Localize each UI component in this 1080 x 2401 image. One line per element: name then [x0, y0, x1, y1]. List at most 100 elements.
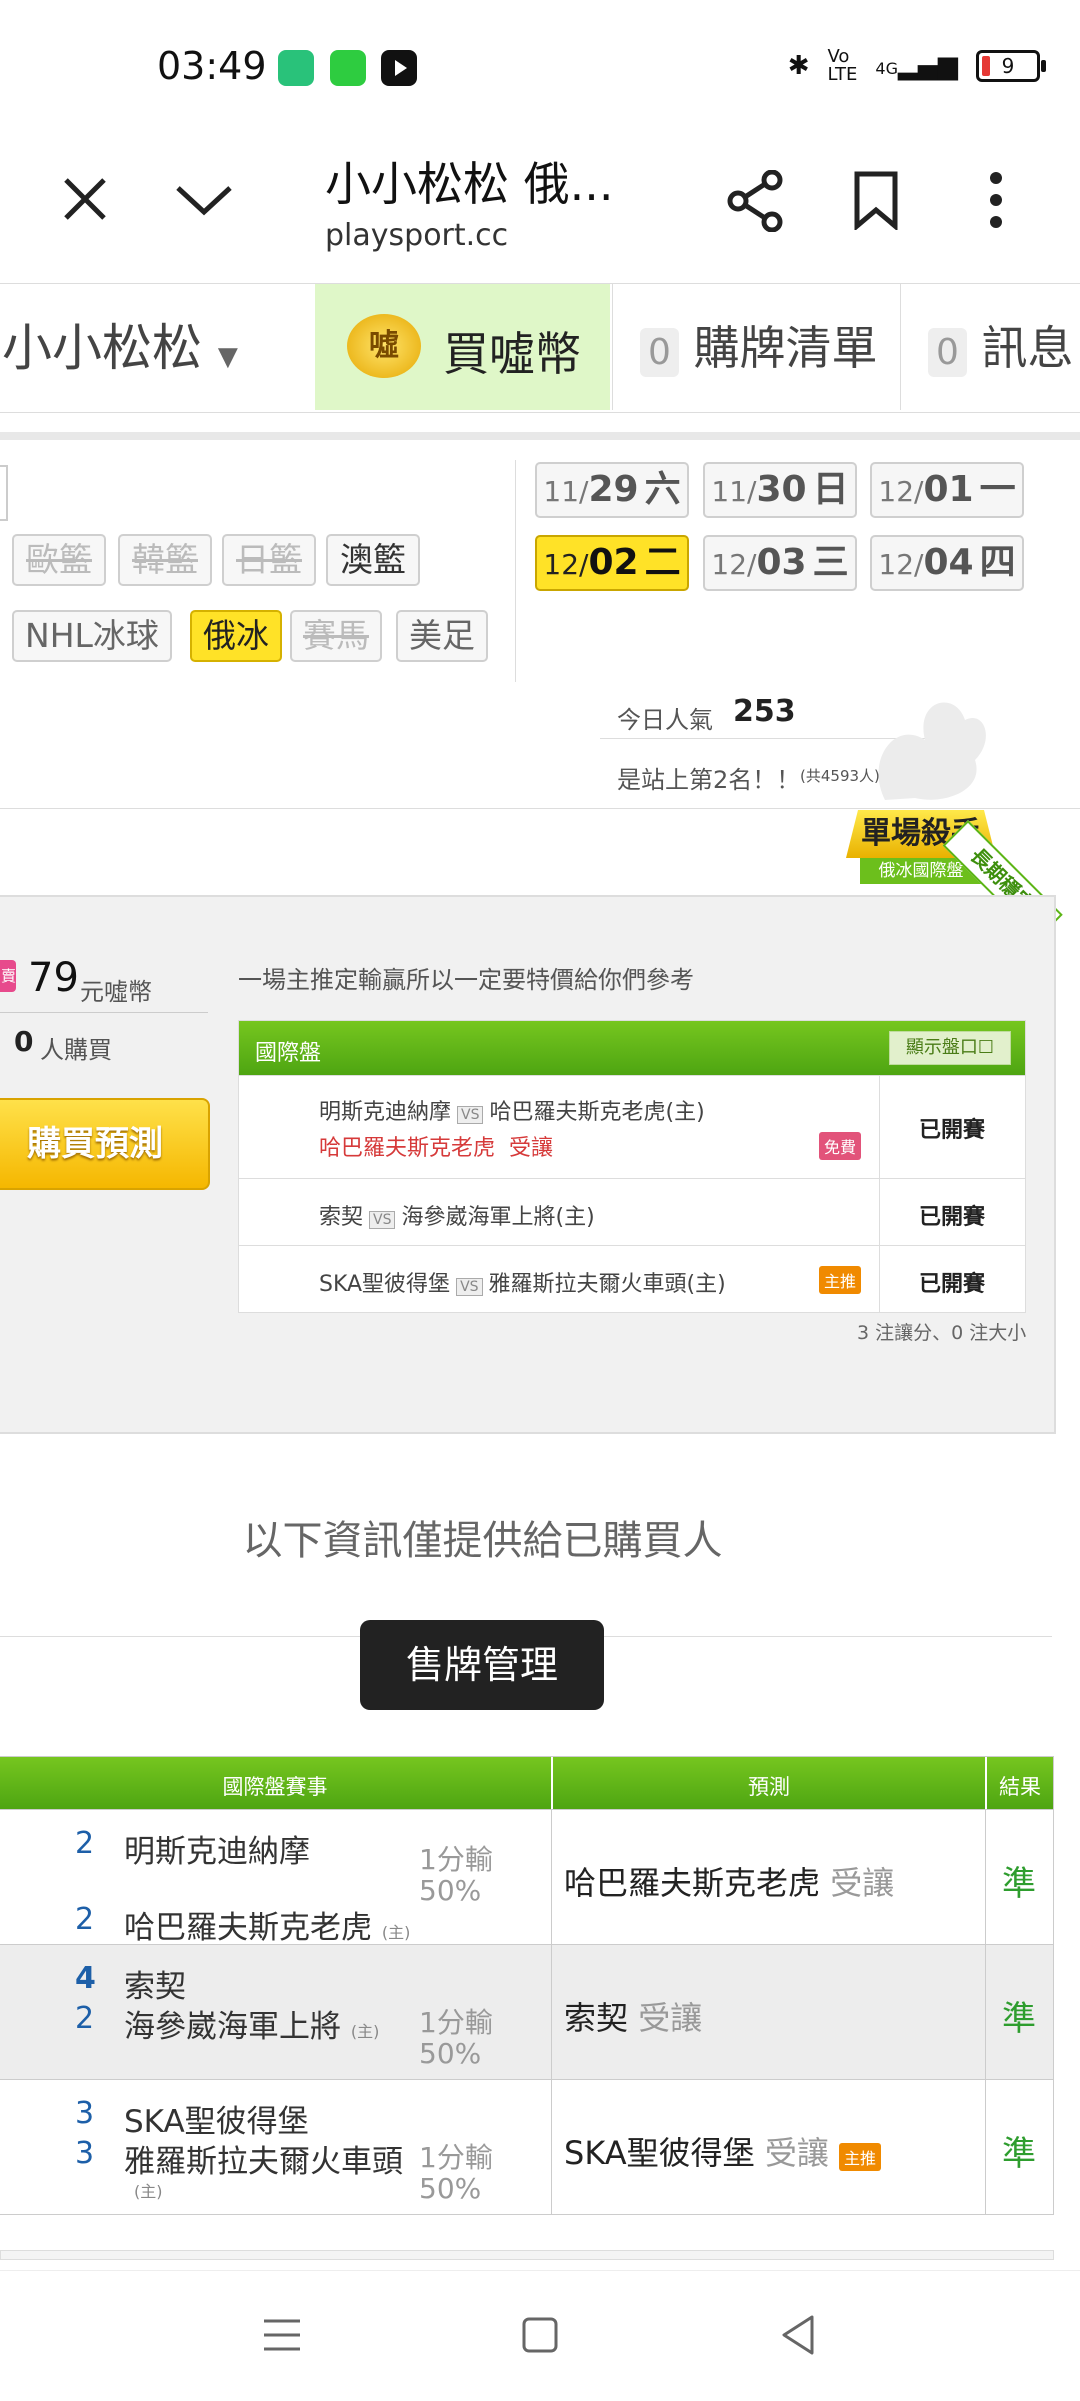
- sport-eu-basketball[interactable]: 歐籃: [12, 534, 106, 586]
- home-mark: (主): [134, 2182, 163, 2201]
- date-day: 30: [756, 469, 807, 510]
- pick-home-team: 哈巴羅夫斯克老虎(主): [489, 1100, 705, 1125]
- clock: 03:49: [157, 44, 267, 88]
- date-weekday: 日: [812, 469, 849, 510]
- messages-label: 訊息: [981, 321, 1074, 375]
- buy-coin-button[interactable]: 噓 買噓幣: [315, 284, 610, 410]
- prediction-team: 哈巴羅夫斯克老虎: [564, 1864, 821, 1902]
- home-icon[interactable]: [520, 2315, 560, 2355]
- page-url[interactable]: playsport.cc: [325, 218, 508, 253]
- menu-icon[interactable]: [262, 2315, 302, 2355]
- date-day: 29: [588, 469, 639, 510]
- mascot-logo: [878, 702, 986, 800]
- signal-icon: 4G▂▄▆: [875, 51, 958, 81]
- pick-away-team: 索契: [319, 1205, 364, 1230]
- score-away: 2: [75, 1826, 95, 1861]
- date-weekday: 二: [644, 542, 681, 583]
- sport-american-football[interactable]: 美足: [396, 610, 488, 662]
- date-button[interactable]: 12/01 一: [870, 462, 1024, 518]
- main-pick-tag: 主推: [819, 1266, 862, 1294]
- price-value: 79: [28, 955, 79, 1001]
- youtube-icon: [381, 50, 417, 86]
- sport-kr-basketball[interactable]: 韓籃: [118, 534, 212, 586]
- close-icon[interactable]: [62, 176, 108, 222]
- home-mark: (主): [381, 1923, 411, 1942]
- date-month: 11/: [711, 475, 757, 508]
- table-row: 4 索契 2 海參崴海軍上將 (主) 1分輸 50% 索契 受讓 準: [0, 1944, 1053, 2079]
- manage-sales-button[interactable]: 售牌管理: [360, 1620, 604, 1710]
- pick-summary: 3 注讓分、0 注大小: [857, 1322, 1027, 1344]
- sport-russian-hockey[interactable]: 俄冰: [190, 610, 282, 662]
- team-home: 雅羅斯拉夫爾火車頭: [124, 2144, 403, 2180]
- purchase-list-count: 0: [640, 328, 679, 377]
- user-name: 小小松松: [2, 319, 202, 377]
- team-home: 海參崴海軍上將: [124, 2009, 341, 2045]
- popularity-value: 253: [733, 694, 796, 729]
- date-button[interactable]: 12/04 四: [870, 535, 1024, 591]
- sport-au-basketball[interactable]: 澳籃: [326, 534, 420, 586]
- back-icon[interactable]: [778, 2313, 818, 2357]
- result-value: 準: [1002, 2134, 1036, 2174]
- odds-line: 1分輸: [419, 1843, 493, 1876]
- team-away: SKA聖彼得堡: [124, 2104, 309, 2140]
- buyers-only-notice: 以下資訊僅提供給已購買人: [242, 1518, 723, 1564]
- date-button[interactable]: 11/29 六: [535, 462, 689, 518]
- date-month: 11/: [543, 475, 589, 508]
- pick-type: 受讓: [509, 1136, 554, 1161]
- vs-icon: VS: [369, 1211, 396, 1229]
- buyers-count: 0: [14, 1025, 34, 1058]
- purchase-list-link[interactable]: 0 購牌清單: [640, 312, 878, 378]
- date-day: 03: [756, 542, 807, 583]
- show-odds-toggle[interactable]: 顯示盤口☐: [889, 1031, 1011, 1065]
- date-button[interactable]: 12/02 二: [535, 535, 689, 591]
- main-pick-tag: 主推: [839, 2143, 882, 2171]
- date-day: 04: [923, 542, 974, 583]
- battery-app-icon: [278, 50, 314, 86]
- messages-link[interactable]: 0 訊息: [928, 312, 1074, 378]
- bookmark-icon[interactable]: [853, 170, 899, 230]
- battery-icon: 9: [976, 50, 1046, 82]
- status-icons: ✱ Vo LTE 4G▂▄▆ 9: [788, 46, 1046, 85]
- score-home: 2: [75, 1902, 95, 1937]
- prediction-type: 受讓: [764, 2134, 829, 2172]
- date-weekday: 一: [979, 469, 1016, 510]
- score-home: 3: [75, 2136, 95, 2171]
- pick-row: 索契 VS 海參崴海軍上將(主) 已開賽: [239, 1178, 1025, 1245]
- date-button[interactable]: 12/03 三: [703, 535, 857, 591]
- share-icon[interactable]: [726, 170, 784, 232]
- rank-text: 是站上第2名！！: [617, 766, 801, 794]
- buy-coin-label: 買噓幣: [443, 327, 581, 381]
- results-table: 國際盤賽事 預測 結果 2 明斯克迪納摩 2 哈巴羅夫斯克老虎 (主) 1分輸 …: [0, 1756, 1054, 2215]
- chevron-down-icon[interactable]: [174, 182, 234, 218]
- pick-row: SKA聖彼得堡 VS 雅羅斯拉夫爾火車頭(主) 主推 已開賽: [239, 1245, 1025, 1312]
- date-month: 12/: [878, 548, 924, 581]
- game-status: 已開賽: [919, 1272, 986, 1297]
- buy-prediction-button[interactable]: 購買預測: [0, 1098, 210, 1190]
- game-status: 已開賽: [919, 1118, 986, 1143]
- odds-line: 1分輸: [419, 2141, 493, 2174]
- pick-home-team: 雅羅斯拉夫爾火車頭(主): [488, 1272, 726, 1297]
- sport-nhl[interactable]: NHL冰球: [12, 610, 172, 662]
- sport-jp-basketball[interactable]: 日籃: [222, 534, 316, 586]
- date-button[interactable]: 11/30 日: [703, 462, 857, 518]
- results-col-result: 結果: [999, 1775, 1041, 1799]
- odds-line: 1分輸: [419, 2006, 493, 2039]
- page-title[interactable]: 小小松松 俄...: [325, 148, 614, 214]
- results-col-match: 國際盤賽事: [222, 1775, 328, 1799]
- team-home: 哈巴羅夫斯克老虎: [124, 1910, 372, 1946]
- odds-percent: 50%: [419, 1874, 482, 1907]
- date-month: 12/: [543, 548, 589, 581]
- game-status: 已開賽: [919, 1205, 986, 1230]
- intro-text: 一場主推定輸贏所以一定要特價給你們參考: [238, 966, 694, 994]
- price-tag: 賣: [0, 960, 16, 992]
- price-unit: 元噓幣: [80, 978, 152, 1006]
- pick-table-header: 國際盤 顯示盤口☐: [239, 1021, 1025, 1075]
- team-away: 明斯克迪納摩: [124, 1834, 310, 1870]
- volte-icon: Vo LTE: [827, 46, 858, 85]
- table-row: 3 SKA聖彼得堡 3 雅羅斯拉夫爾火車頭 (主) 1分輸 50% SKA聖彼得…: [0, 2079, 1053, 2214]
- sport-horse-racing[interactable]: 賽馬: [290, 610, 382, 662]
- odds-percent: 50%: [419, 2037, 482, 2070]
- more-options-icon[interactable]: [985, 170, 1007, 230]
- coin-icon: 噓: [347, 314, 421, 378]
- user-menu[interactable]: 小小松松 ▼: [2, 308, 238, 380]
